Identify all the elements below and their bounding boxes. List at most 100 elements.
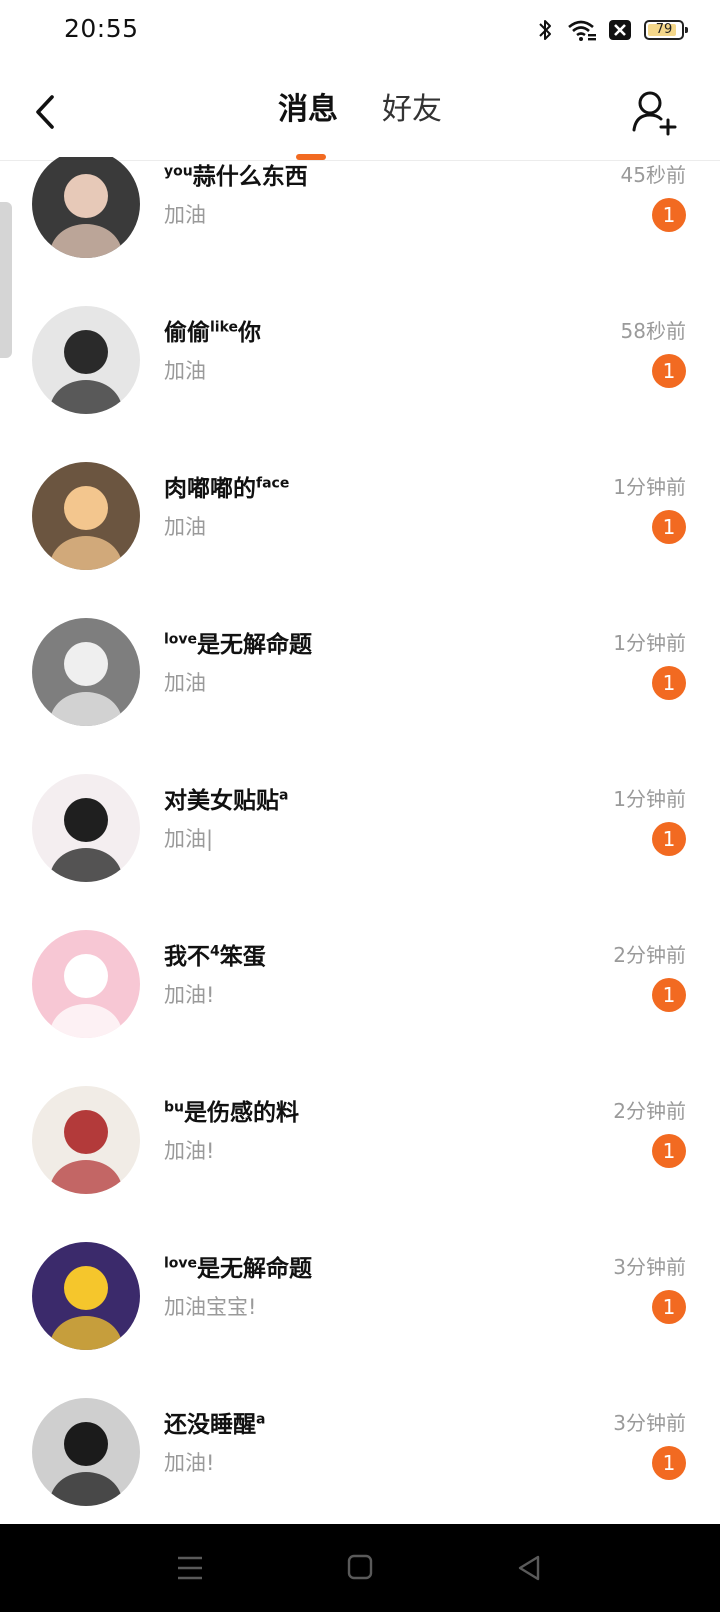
- unread-badge: 1: [652, 1290, 686, 1324]
- battery-icon: 79: [644, 20, 688, 40]
- tab-friends[interactable]: 好友: [382, 90, 442, 130]
- message-item[interactable]: 肉嘟嘟的face 加油 1分钟前 1: [0, 449, 720, 605]
- battery-text: 79: [655, 22, 673, 37]
- message-item[interactable]: 对美女贴贴a 加油| 1分钟前 1: [0, 761, 720, 917]
- contact-name-sup: like: [210, 319, 239, 336]
- back-button[interactable]: [30, 90, 70, 134]
- avatar-portrait-icon: [50, 174, 122, 258]
- message-item[interactable]: love是无解命题加油 1分钟前 1: [0, 605, 720, 761]
- contact-name-after: 笨蛋: [219, 944, 266, 970]
- contact-name-main: 还没睡醒: [164, 1412, 256, 1438]
- unread-badge: 1: [652, 510, 686, 544]
- contact-name-sup: you: [164, 163, 193, 180]
- wifi-icon: [568, 20, 596, 41]
- contact-name-main: 蒜什么东西: [192, 164, 308, 190]
- contact-name-sup: love: [164, 1255, 198, 1272]
- message-time: 1分钟前: [613, 787, 686, 811]
- message-preview: 加油: [164, 359, 206, 383]
- avatar[interactable]: [32, 774, 140, 882]
- message-time: 3分钟前: [613, 1411, 686, 1435]
- back-triangle-icon: [518, 1555, 540, 1581]
- menu-button[interactable]: [172, 1552, 208, 1584]
- bluetooth-icon: [539, 20, 551, 40]
- message-preview: 加油: [164, 203, 206, 227]
- avatar[interactable]: [32, 930, 140, 1038]
- avatar-portrait-icon: [50, 954, 122, 1038]
- avatar[interactable]: [32, 462, 140, 570]
- message-preview: 加油!: [164, 983, 215, 1007]
- contact-name: you蒜什么东西: [164, 157, 308, 191]
- contact-name-main: 是伤感的料: [184, 1100, 299, 1126]
- home-button[interactable]: [342, 1552, 378, 1584]
- avatar[interactable]: [32, 1086, 140, 1194]
- message-item[interactable]: 还没睡醒a 加油! 3分钟前 1: [0, 1385, 720, 1523]
- contact-name-sup: bu: [164, 1099, 184, 1116]
- contact-name: love是无解命题: [164, 1249, 312, 1283]
- message-preview: 加油: [164, 671, 206, 695]
- unread-badge: 1: [652, 354, 686, 388]
- message-list[interactable]: you蒜什么东西 加油 45秒前 1 偷偷like你 加油 58秒前 1 肉嘟嘟的face 加油 1…: [0, 157, 720, 1523]
- avatar[interactable]: [32, 1242, 140, 1350]
- add-user-icon: [632, 91, 677, 136]
- contact-name: 肉嘟嘟的face: [164, 469, 289, 503]
- menu-icon: [178, 1556, 202, 1580]
- message-item[interactable]: love是无解命题加油宝宝! 3分钟前 1: [0, 1229, 720, 1385]
- message-item[interactable]: bu是伤感的料加油! 2分钟前 1: [0, 1073, 720, 1229]
- system-nav-bar: [0, 1524, 720, 1612]
- contact-name-sup: 4: [210, 943, 220, 960]
- unread-badge: 1: [652, 666, 686, 700]
- back-nav-button[interactable]: [512, 1552, 548, 1584]
- unread-badge: 1: [652, 1446, 686, 1480]
- contact-name-after: 你: [238, 320, 262, 346]
- avatar-portrait-icon: [50, 330, 122, 414]
- avatar-portrait-icon: [50, 798, 122, 882]
- status-time: 20:55: [64, 14, 139, 43]
- message-preview: 加油|: [164, 827, 214, 851]
- contact-name-main: 对美女贴贴: [164, 788, 279, 814]
- message-time: 58秒前: [620, 319, 686, 343]
- message-preview: 加油!: [164, 1451, 215, 1475]
- unread-badge: 1: [652, 822, 686, 856]
- message-time: 1分钟前: [613, 475, 686, 499]
- contact-name-sup: love: [164, 631, 198, 648]
- contact-name: 我不4笨蛋: [164, 937, 266, 971]
- message-time: 2分钟前: [613, 943, 686, 967]
- battery-cap: [685, 27, 688, 33]
- sim-off-icon: [609, 20, 631, 40]
- message-preview: 加油!: [164, 1139, 215, 1163]
- avatar-portrait-icon: [50, 1110, 122, 1194]
- message-time: 45秒前: [620, 163, 686, 187]
- tab-messages[interactable]: 消息: [278, 90, 338, 130]
- message-list-inner: you蒜什么东西 加油 45秒前 1 偷偷like你 加油 58秒前 1 肉嘟嘟的face 加油 1…: [0, 157, 720, 1523]
- avatar-portrait-icon: [50, 486, 122, 570]
- status-icons: 79: [536, 18, 688, 42]
- message-time: 2分钟前: [613, 1099, 686, 1123]
- home-icon: [347, 1554, 373, 1580]
- message-item[interactable]: 我不4笨蛋 加油! 2分钟前 1: [0, 917, 720, 1073]
- contact-name-main: 我不: [164, 944, 210, 970]
- avatar[interactable]: [32, 618, 140, 726]
- avatar[interactable]: [32, 157, 140, 258]
- avatar[interactable]: [32, 1398, 140, 1506]
- message-item[interactable]: you蒜什么东西加油 45秒前 1: [0, 157, 720, 293]
- contact-name: love是无解命题: [164, 625, 312, 659]
- message-time: 1分钟前: [613, 631, 686, 655]
- avatar[interactable]: [32, 306, 140, 414]
- contact-name-main: 肉嘟嘟的: [164, 476, 256, 502]
- contact-name: bu是伤感的料: [164, 1093, 299, 1127]
- contact-name-sup: a: [279, 787, 289, 804]
- contact-name-sup: face: [256, 475, 290, 492]
- unread-badge: 1: [652, 1134, 686, 1168]
- add-friend-button[interactable]: [630, 88, 680, 138]
- avatar-portrait-icon: [50, 1422, 122, 1506]
- unread-badge: 1: [652, 198, 686, 232]
- message-item[interactable]: 偷偷like你加油 58秒前 1: [0, 293, 720, 449]
- contact-name-main: 是无解命题: [197, 1256, 313, 1282]
- message-time: 3分钟前: [613, 1255, 686, 1279]
- scroll-handle[interactable]: [0, 202, 12, 358]
- contact-name-main: 偷偷: [164, 320, 210, 346]
- status-bar: 20:55 79: [0, 0, 720, 64]
- message-preview: 加油宝宝!: [164, 1295, 257, 1319]
- message-preview: 加油: [164, 515, 206, 539]
- contact-name: 对美女贴贴a: [164, 781, 288, 815]
